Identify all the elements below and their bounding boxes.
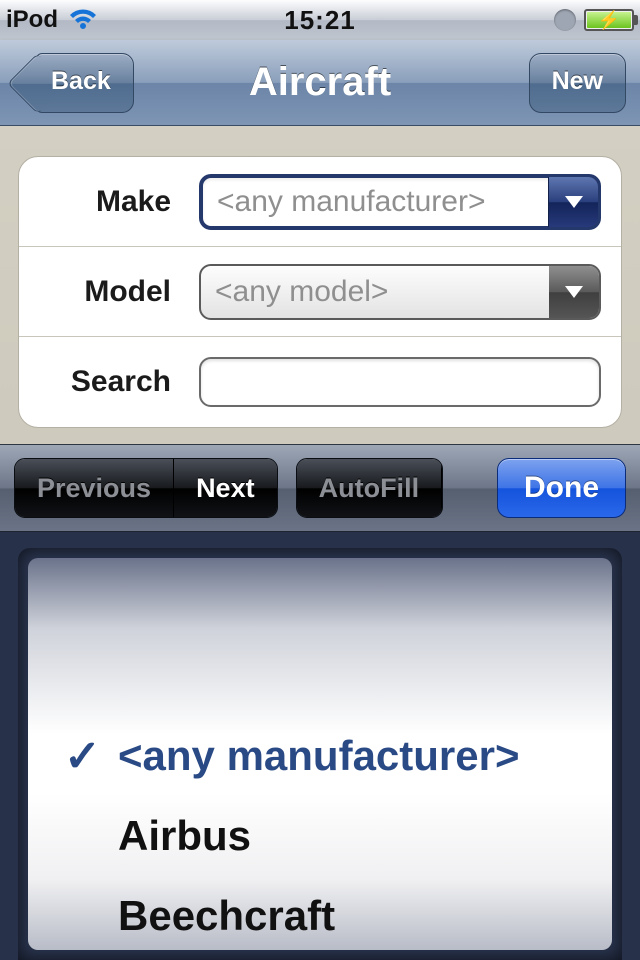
next-button-label: Next <box>196 473 255 504</box>
status-bar: iPod 15:21 ⚡ <box>0 0 640 40</box>
carrier-label: iPod <box>6 6 58 34</box>
search-input[interactable] <box>199 357 601 407</box>
previous-button-label: Previous <box>37 473 151 504</box>
autofill-button-label: AutoFill <box>319 473 419 504</box>
form-assistant-bar: Previous Next AutoFill Done <box>0 444 640 532</box>
make-select[interactable]: <any manufacturer> <box>199 174 601 230</box>
picker-option-label: Beechcraft <box>118 892 335 940</box>
search-label: Search <box>39 365 199 399</box>
new-button-label: New <box>552 67 603 96</box>
picker-option[interactable]: Beechcraft <box>28 876 612 950</box>
new-button[interactable]: New <box>529 53 626 113</box>
done-button-label: Done <box>524 471 599 505</box>
chevron-down-icon <box>548 177 598 227</box>
form-row-make: Make <any manufacturer> <box>19 157 621 247</box>
done-button[interactable]: Done <box>497 458 626 518</box>
search-form: Make <any manufacturer> Model <any model… <box>18 156 622 428</box>
picker-option[interactable]: ✓ <any manufacturer> <box>28 716 612 796</box>
previous-button[interactable]: Previous <box>15 459 174 517</box>
picker-frame: ✓ <any manufacturer> Airbus Beechcraft <box>18 548 622 960</box>
make-select-value: <any manufacturer> <box>217 185 486 219</box>
picker-option[interactable]: Airbus <box>28 796 612 876</box>
wifi-icon <box>68 9 98 31</box>
make-label: Make <box>39 185 199 219</box>
form-row-search: Search <box>19 337 621 427</box>
nav-bar: Back Aircraft New <box>0 40 640 126</box>
next-button[interactable]: Next <box>174 459 277 517</box>
form-row-model: Model <any model> <box>19 247 621 337</box>
autofill-segment: AutoFill <box>296 458 443 518</box>
back-button-label: Back <box>51 67 111 96</box>
back-button[interactable]: Back <box>36 53 134 113</box>
battery-icon: ⚡ <box>584 9 634 31</box>
clock-label: 15:21 <box>284 5 356 36</box>
chevron-down-icon <box>549 266 599 318</box>
picker-area: ✓ <any manufacturer> Airbus Beechcraft <box>0 532 640 960</box>
model-select-value: <any model> <box>215 275 388 309</box>
model-select[interactable]: <any model> <box>199 264 601 320</box>
page-title: Aircraft <box>249 60 391 105</box>
alarm-icon <box>554 9 576 31</box>
picker-option-label: <any manufacturer> <box>118 732 520 780</box>
prev-next-segment: Previous Next <box>14 458 278 518</box>
picker-wheel[interactable]: ✓ <any manufacturer> Airbus Beechcraft <box>28 558 612 950</box>
picker-option-label: Airbus <box>118 812 251 860</box>
model-label: Model <box>39 275 199 309</box>
checkmark-icon: ✓ <box>64 731 101 782</box>
autofill-button[interactable]: AutoFill <box>297 459 442 517</box>
